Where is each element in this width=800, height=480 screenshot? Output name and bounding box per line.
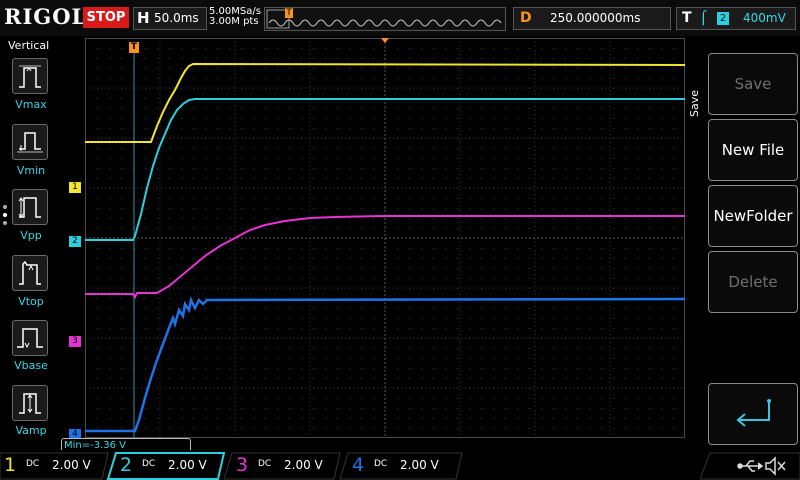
new-folder-button-label: NewFolder — [713, 207, 793, 225]
status-icons — [700, 452, 800, 480]
measure-vtop-button[interactable] — [12, 255, 48, 291]
memory-trigger-marker: T — [285, 8, 293, 18]
measure-vpp-button[interactable] — [12, 189, 48, 225]
acquisition-info: 5.00MSa/s 3.00M pts — [209, 7, 261, 27]
save-button[interactable]: Save — [708, 53, 798, 115]
menu-title: Save — [686, 83, 702, 123]
ch4-coupling-icon: DC — [374, 459, 388, 469]
measure-vbase-button[interactable] — [12, 320, 48, 356]
page-dot — [3, 205, 7, 209]
rising-edge-icon: ⌠ — [700, 11, 707, 26]
horizontal-timebase-box[interactable]: H 50.0ms — [133, 7, 207, 30]
menu-title-text: Save — [688, 89, 701, 117]
vmin-icon — [17, 132, 43, 153]
trigger-level: 400mV — [743, 11, 786, 25]
vbase-icon — [17, 328, 43, 349]
delete-button[interactable]: Delete — [708, 251, 798, 313]
trigger-position-marker[interactable]: T — [129, 42, 139, 53]
ch1-tab[interactable]: 1 DC 2.00 V — [0, 452, 108, 478]
run-stop-status[interactable]: STOP — [83, 7, 129, 28]
ch2-tab[interactable]: 2 DC 2.00 V — [116, 452, 224, 478]
ch4-scale: 2.00 V — [400, 458, 439, 472]
memory-depth: 3.00M pts — [209, 16, 259, 27]
enter-button[interactable] — [708, 383, 798, 445]
memory-overview-bar[interactable]: T — [264, 7, 506, 31]
measure-vmax-label: Vmax — [15, 98, 47, 111]
ch4-tab[interactable]: 4 DC 2.00 V — [348, 452, 456, 478]
save-button-label: Save — [734, 75, 772, 93]
page-dot — [3, 221, 7, 225]
ch3-number: 3 — [236, 454, 249, 476]
measure-panel: Vertical Vmax Vmin Vpp Vtop Vbase Vamp — [0, 37, 62, 443]
measure-vamp-button[interactable] — [12, 385, 48, 421]
vtop-icon — [19, 260, 41, 285]
horizontal-label: H — [137, 9, 150, 27]
ch2-offset-marker[interactable]: 2 — [69, 236, 81, 247]
ch3-coupling-icon: DC — [258, 459, 272, 469]
ch2-scale: 2.00 V — [168, 458, 207, 472]
trigger-source-badge: 2 — [717, 12, 729, 25]
measure-vtop-label: Vtop — [18, 295, 44, 308]
measure-category-title: Vertical — [8, 39, 50, 52]
new-file-button[interactable]: New File — [708, 119, 798, 181]
ch3-offset-marker[interactable]: 3 — [69, 336, 81, 347]
rigol-logo: RIGOL — [4, 4, 88, 29]
new-folder-button[interactable]: NewFolder — [708, 185, 798, 247]
measure-vmin-button[interactable] — [12, 124, 48, 160]
ch3-tab[interactable]: 3 DC 2.00 V — [232, 452, 340, 478]
delay-value: 250.000000ms — [550, 11, 641, 25]
new-file-button-label: New File — [721, 141, 785, 159]
waveform-display[interactable] — [85, 38, 685, 438]
measure-vmax-button[interactable] — [12, 58, 48, 94]
measure-vbase-label: Vbase — [14, 359, 48, 372]
timebase-value: 50.0ms — [154, 11, 199, 25]
delay-label: D — [520, 10, 532, 26]
vamp-icon — [19, 393, 41, 414]
delay-box[interactable]: D 250.000000ms — [513, 7, 671, 30]
ch3-scale: 2.00 V — [284, 458, 323, 472]
vpp-icon — [18, 197, 41, 218]
page-dot-active — [3, 213, 7, 217]
ch1-number: 1 — [4, 454, 17, 476]
vmax-icon — [19, 65, 41, 88]
ch2-coupling-icon: DC — [142, 459, 156, 469]
ch1-scale: 2.00 V — [52, 458, 91, 472]
ch4-number: 4 — [352, 454, 365, 476]
ch1-offset-marker[interactable]: 1 — [69, 182, 81, 193]
save-menu-panel: Save Save New File NewFolder Delete — [686, 37, 800, 445]
measure-vpp-label: Vpp — [20, 229, 42, 242]
measure-vmin-label: Vmin — [16, 164, 46, 177]
trigger-box[interactable]: T ⌠ 2 400mV — [676, 7, 796, 30]
delete-button-label: Delete — [728, 273, 778, 291]
measure-vamp-label: Vamp — [15, 424, 47, 437]
enter-icon — [736, 399, 771, 427]
trigger-label: T — [682, 10, 692, 26]
ch1-coupling-icon: DC — [26, 459, 40, 469]
ch2-number: 2 — [120, 454, 133, 476]
